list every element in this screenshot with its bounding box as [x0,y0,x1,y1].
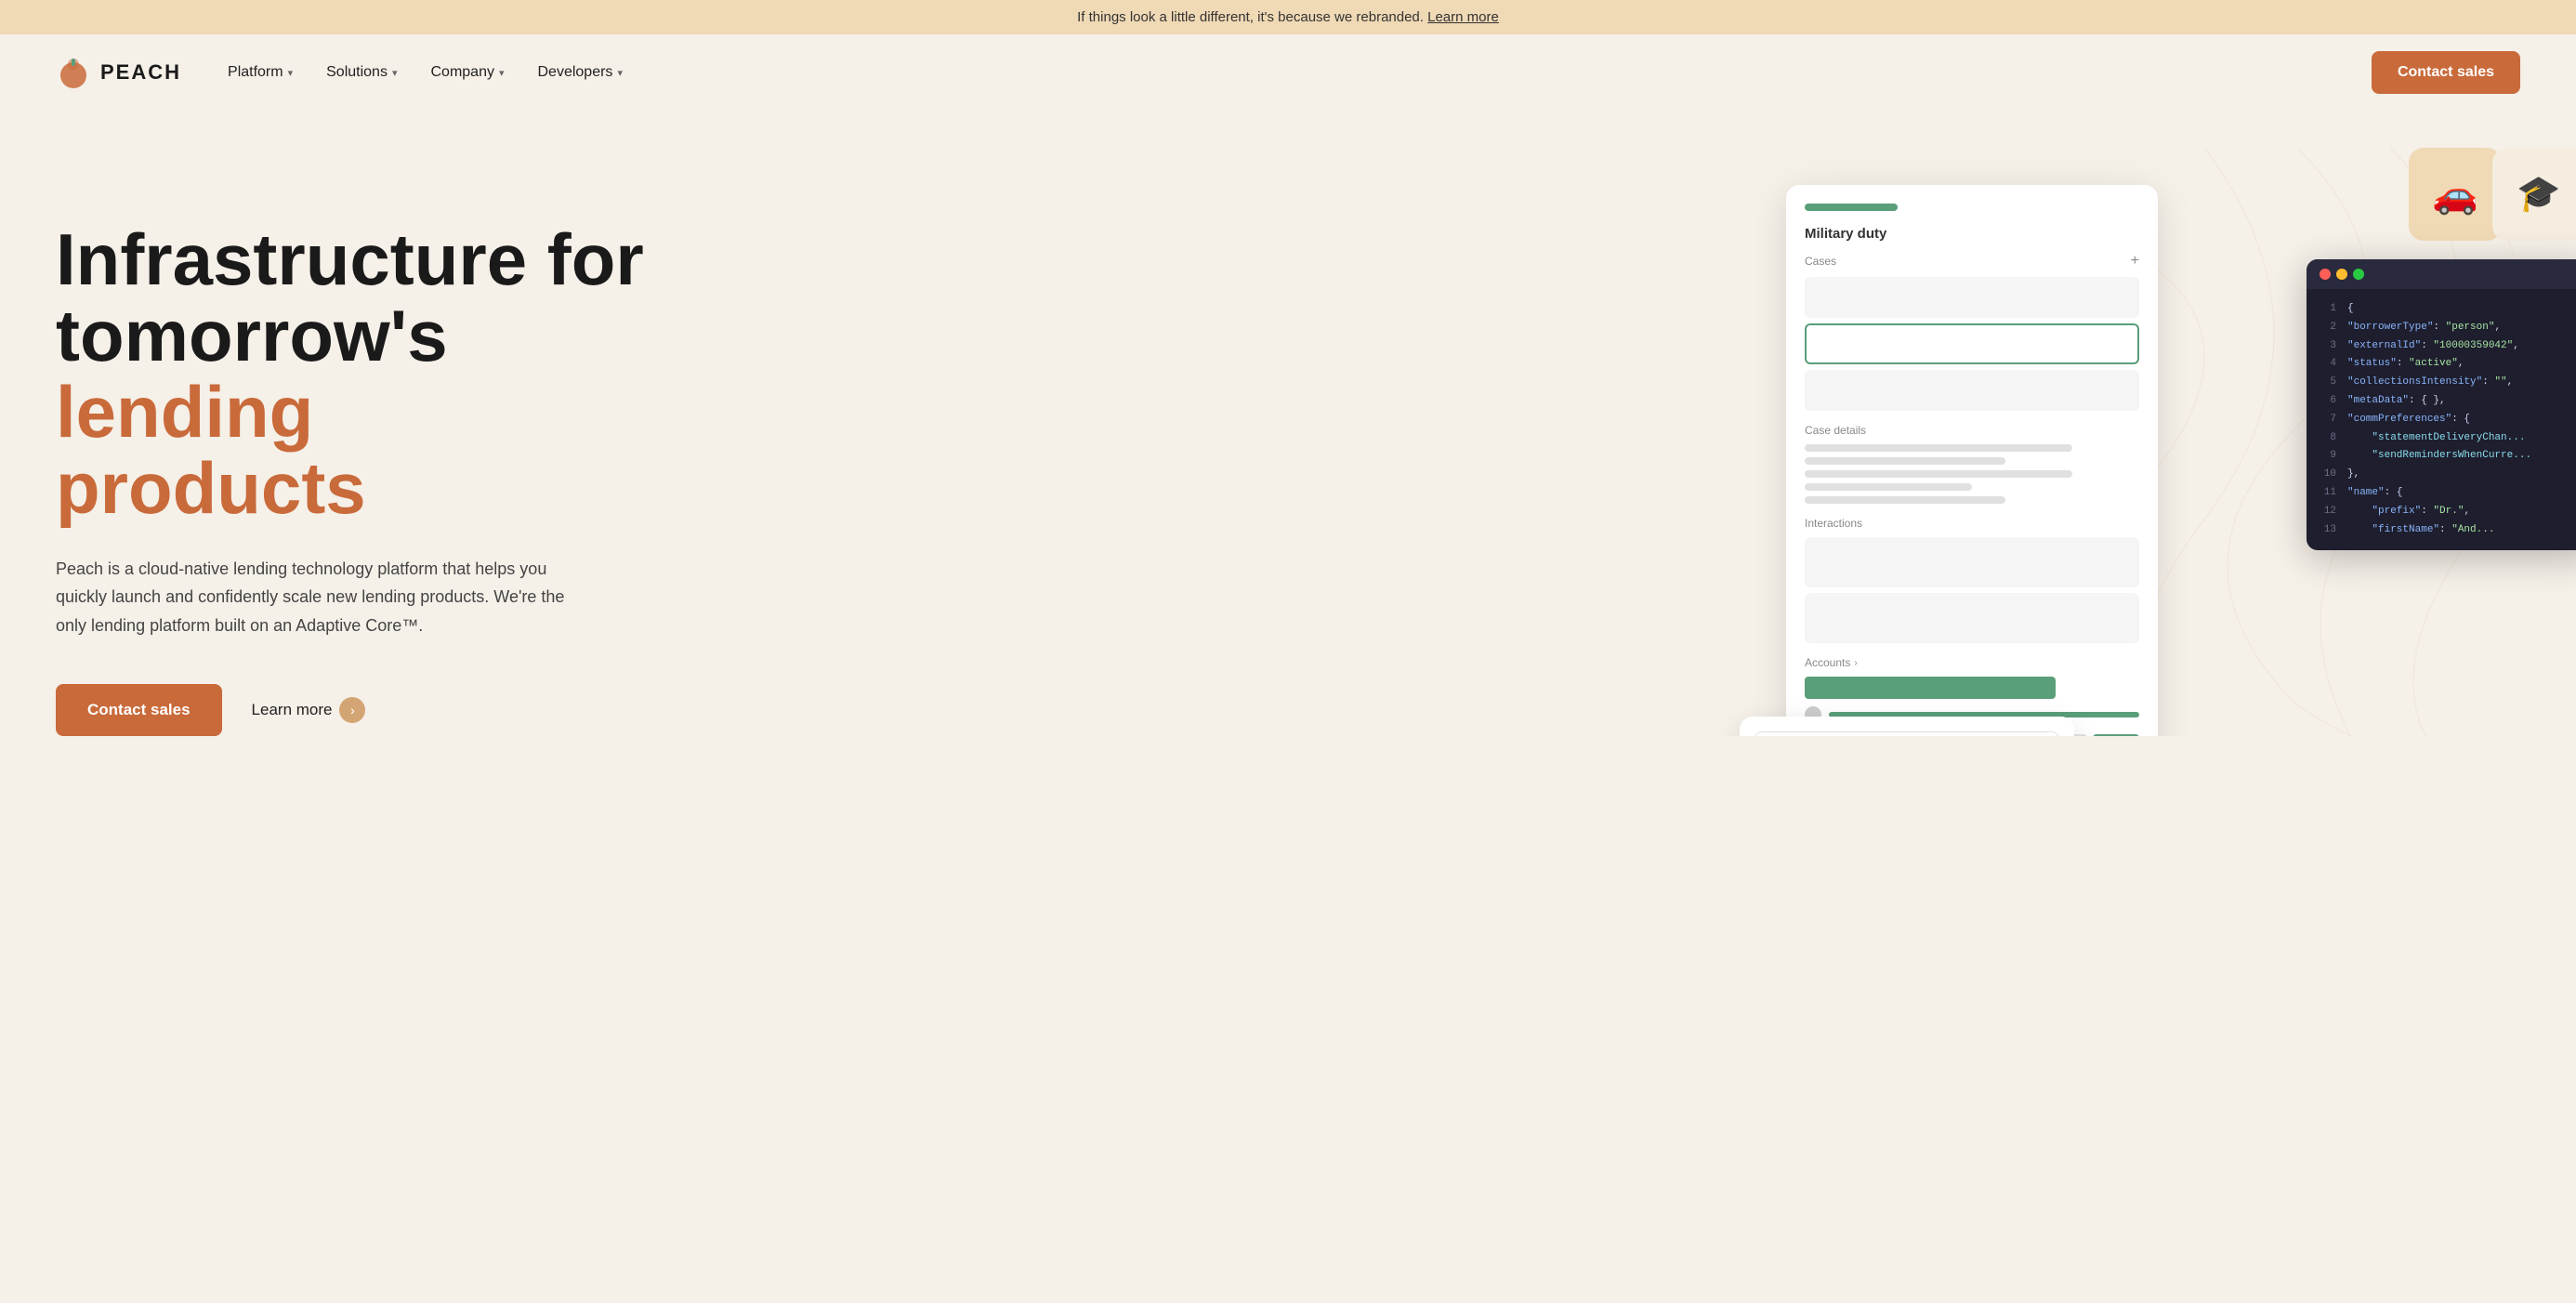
window-close-dot [2320,269,2331,280]
announcement-link[interactable]: Learn more [1427,9,1499,25]
hero-title-line3: products [56,447,366,529]
interaction-box-1 [1805,537,2139,587]
hero-content: Infrastructure for tomorrow's lending pr… [56,166,706,736]
interactions-label: Interactions [1805,517,2139,530]
platform-chevron-icon: ▾ [288,67,294,79]
window-maximize-dot [2353,269,2364,280]
contact-sales-nav-button[interactable]: Contact sales [2372,51,2520,94]
code-line-1: 1 { [2320,300,2576,319]
contact-sales-hero-button[interactable]: Contact sales [56,684,222,736]
graduation-icon: 🎓 [2517,174,2560,215]
learn-more-link[interactable]: Learn more › [252,697,366,723]
solutions-chevron-icon: ▾ [392,67,398,79]
nav-links: Platform ▾ Solutions ▾ Company ▾ Develop… [228,64,623,81]
hero-visuals: 🚗 🎓 Military duty Cases + Case details [1740,148,2576,736]
hero-section: Infrastructure for tomorrow's lending pr… [0,111,2576,736]
accounts-section: Accounts › [1805,656,2139,723]
code-line-10: 10 }, [2320,466,2576,484]
hero-title-line2: tomorrow's [56,295,448,376]
cases-add-icon[interactable]: + [2131,253,2139,270]
code-body: 1 { 2 "borrowerType": "person", 3 "exter… [2307,289,2576,550]
detail-line-1 [1805,444,2072,452]
code-line-5: 5 "collectionsIntensity": "", [2320,374,2576,392]
case-item-3[interactable] [1805,370,2139,411]
hero-actions: Contact sales Learn more › [56,684,706,736]
interactions-section: Interactions [1805,517,2139,643]
peach-logo-icon [56,55,91,90]
interaction-box-2 [1805,593,2139,643]
code-line-3: 3 "externalId": "10000359042", [2320,337,2576,356]
logo[interactable]: PEACH [56,55,181,90]
code-line-11: 11 "name": { [2320,484,2576,503]
card-top-bar [1805,204,1898,211]
case-item-2[interactable] [1805,323,2139,364]
nav-item-platform[interactable]: Platform ▾ [228,64,293,81]
window-minimize-dot [2336,269,2347,280]
nav-item-solutions[interactable]: Solutions ▾ [326,64,397,81]
navbar: PEACH Platform ▾ Solutions ▾ Company ▾ D… [0,34,2576,111]
announcement-text: If things look a little different, it's … [1077,9,1424,25]
cases-label: Cases [1805,255,1836,268]
case-item-1[interactable] [1805,277,2139,318]
dashboard-ui-card: Military duty Cases + Case details Inter… [1786,185,2158,736]
search-card: 🔍 Manage| ✕ Manage AutoPay Manage [1740,717,2074,736]
logo-text: PEACH [100,60,181,85]
navbar-left: PEACH Platform ▾ Solutions ▾ Company ▾ D… [56,55,623,90]
case-details-label: Case details [1805,424,2139,437]
cases-header: Cases + [1805,253,2139,270]
car-icon: 🚗 [2432,173,2478,217]
hero-title: Infrastructure for tomorrow's lending pr… [56,222,706,527]
graduation-icon-card: 🎓 [2492,148,2576,241]
code-line-4: 4 "status": "active", [2320,355,2576,374]
code-line-6: 6 "metaData": { }, [2320,392,2576,411]
hero-title-line1: Infrastructure for [56,218,644,300]
learn-more-text: Learn more [252,701,333,719]
developers-chevron-icon: ▾ [617,67,623,79]
case-details-section: Case details [1805,424,2139,504]
code-line-12: 12 "prefix": "Dr.", [2320,503,2576,521]
nav-item-company[interactable]: Company ▾ [430,64,504,81]
code-card-header [2307,259,2576,289]
doc-button-2[interactable] [2093,734,2139,736]
learn-more-arrow-icon: › [339,697,365,723]
code-line-9: 9 "sendRemindersWhenCurre... [2320,447,2576,466]
car-icon-card: 🚗 [2409,148,2502,241]
code-line-13: 13 "firstName": "And... [2320,521,2576,540]
account-green-bar [1805,677,2056,699]
search-input-row: 🔍 Manage| ✕ [1755,731,2059,736]
code-line-8: 8 "statementDeliveryChan... [2320,429,2576,448]
detail-line-4 [1805,483,1972,491]
card-title: Military duty [1805,226,2139,242]
code-line-7: 7 "commPreferences": { [2320,411,2576,429]
detail-line-3 [1805,470,2072,478]
hero-description: Peach is a cloud-native lending technolo… [56,555,595,640]
accounts-header: Accounts › [1805,656,2139,669]
code-line-2: 2 "borrowerType": "person", [2320,319,2576,337]
detail-line-5 [1805,496,2005,504]
nav-item-developers[interactable]: Developers ▾ [538,64,623,81]
hero-title-highlight: lending [56,371,313,453]
accounts-label: Accounts [1805,656,1850,669]
company-chevron-icon: ▾ [499,67,505,79]
accounts-arrow-icon: › [1854,658,1857,668]
announcement-banner: If things look a little different, it's … [0,0,2576,34]
detail-line-2 [1805,457,2005,465]
code-card: 1 { 2 "borrowerType": "person", 3 "exter… [2307,259,2576,550]
